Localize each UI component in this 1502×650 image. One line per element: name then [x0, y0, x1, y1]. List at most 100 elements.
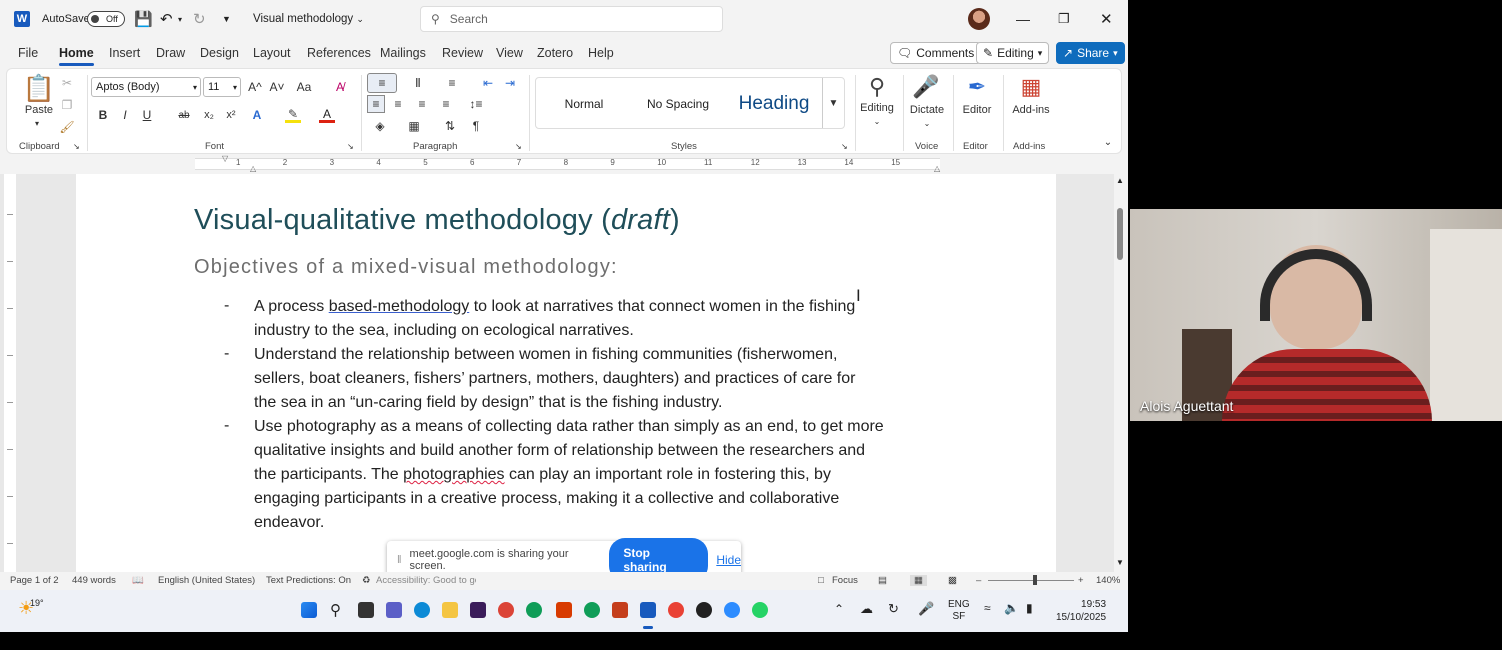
wifi-icon[interactable]: ≈	[984, 601, 991, 615]
zotero-icon[interactable]	[556, 602, 572, 618]
tab-insert[interactable]: Insert	[109, 46, 140, 60]
comments-button[interactable]: 🗨 Comments	[890, 42, 982, 64]
web-layout-icon[interactable]: ▩	[948, 575, 957, 586]
copy-icon[interactable]: ❐	[59, 97, 75, 113]
word-count[interactable]: 449 words	[72, 575, 116, 586]
bullet-paragraph[interactable]: Understand the relationship between wome…	[254, 343, 954, 415]
autosave-toggle[interactable]: Off	[87, 11, 125, 27]
undo-dropdown-icon[interactable]: ▾	[178, 0, 182, 38]
tab-zotero[interactable]: Zotero	[537, 46, 573, 60]
document-subtitle[interactable]: Objectives of a mixed-visual methodology…	[194, 256, 618, 279]
restore-icon[interactable]: ❐	[1058, 0, 1070, 38]
powerpoint-icon[interactable]	[612, 602, 628, 618]
increase-indent-icon[interactable]: ⇥	[501, 75, 519, 91]
numbering-icon[interactable]: Ⅱ	[407, 75, 429, 91]
tab-mailings[interactable]: Mailings	[380, 46, 426, 60]
read-mode-icon[interactable]: ▤	[878, 575, 887, 586]
vertical-scrollbar[interactable]: ▲ ▼	[1114, 174, 1128, 572]
volume-icon[interactable]: 🔈	[1004, 601, 1019, 615]
style-heading[interactable]: Heading	[728, 78, 820, 130]
tab-draw[interactable]: Draw	[156, 46, 185, 60]
paragraph-launcher-icon[interactable]: ↘	[515, 142, 522, 151]
weather-temp[interactable]: 19°	[30, 598, 44, 608]
change-case-icon[interactable]: Aa	[293, 79, 315, 95]
document-page[interactable]: Visual-qualitative methodology (draft) O…	[76, 174, 1056, 572]
tray-microphone-icon[interactable]: 🎤	[918, 601, 934, 617]
styles-launcher-icon[interactable]: ↘	[841, 142, 848, 151]
edge-icon[interactable]	[414, 602, 430, 618]
chrome-profile-3-icon[interactable]	[668, 602, 684, 618]
paste-dropdown-icon[interactable]: ▾	[29, 117, 45, 129]
dictate-label[interactable]: Dictate	[905, 103, 949, 117]
hide-banner-link[interactable]: Hide	[716, 553, 741, 567]
find-icon[interactable]: ⚲	[863, 73, 891, 101]
show-hidden-icons[interactable]: ⌃	[834, 602, 844, 616]
align-right-icon[interactable]: ≡	[413, 95, 431, 113]
sync-icon[interactable]: ↻	[888, 601, 899, 617]
subscript-icon[interactable]: x₂	[201, 107, 217, 123]
close-icon[interactable]: ✕	[1100, 0, 1113, 38]
microphone-icon[interactable]: 🎤	[912, 73, 939, 101]
search-box[interactable]: ⚲ Search	[420, 6, 723, 32]
zoom-level[interactable]: 140%	[1096, 575, 1120, 586]
font-color-icon[interactable]: A	[319, 107, 335, 123]
align-center-icon[interactable]: ≡	[389, 95, 407, 113]
left-indent-marker[interactable]: △	[250, 164, 256, 173]
tray-app-icon[interactable]: ☁	[860, 601, 873, 617]
align-left-icon[interactable]: ≡	[367, 95, 385, 113]
sort-icon[interactable]: ⇅	[441, 117, 459, 135]
text-predictions-status[interactable]: Text Predictions: On	[266, 575, 351, 586]
app-icon[interactable]	[470, 602, 486, 618]
document-name[interactable]: Visual methodology ⌄	[253, 0, 364, 38]
strikethrough-icon[interactable]: ab	[175, 107, 193, 123]
drag-handle-icon[interactable]: ‖	[397, 554, 402, 566]
tab-help[interactable]: Help	[588, 46, 614, 60]
bullet-paragraph[interactable]: A process based-methodology to look at n…	[254, 295, 954, 343]
zoom-out-icon[interactable]: –	[976, 575, 981, 586]
share-button[interactable]: ↗ Share ▾	[1056, 42, 1125, 64]
font-size-combo[interactable]: 11 ▾	[203, 77, 241, 97]
zoom-slider[interactable]	[988, 580, 1074, 581]
format-painter-icon[interactable]: 🖌	[59, 119, 75, 135]
highlight-icon[interactable]: ✎	[285, 107, 301, 123]
accessibility-icon[interactable]: ♻	[362, 575, 371, 586]
show-formatting-icon[interactable]: ¶	[467, 117, 485, 135]
minimize-icon[interactable]: —	[1016, 0, 1030, 38]
word-taskbar-icon[interactable]	[640, 602, 656, 618]
paste-label[interactable]: Paste	[19, 103, 59, 117]
scrollbar-thumb[interactable]	[1117, 208, 1123, 260]
zoom-app-icon[interactable]	[724, 602, 740, 618]
teams-icon[interactable]	[386, 602, 402, 618]
font-launcher-icon[interactable]: ↘	[347, 142, 354, 151]
undo-icon[interactable]: ↶	[160, 0, 173, 38]
focus-label[interactable]: Focus	[832, 575, 858, 586]
collapse-ribbon-icon[interactable]: ⌄	[1101, 135, 1115, 149]
bold-icon[interactable]: B	[95, 107, 111, 123]
tab-review[interactable]: Review	[442, 46, 483, 60]
whatsapp-icon[interactable]	[752, 602, 768, 618]
zoom-slider-thumb[interactable]	[1033, 575, 1037, 585]
chrome-icon[interactable]	[498, 602, 514, 618]
borders-icon[interactable]: ▦	[403, 117, 425, 135]
task-view-icon[interactable]	[358, 602, 374, 618]
multilevel-list-icon[interactable]: ≡	[441, 75, 463, 91]
language-status[interactable]: English (United States)	[158, 575, 255, 586]
customize-toolbar-icon[interactable]: ▼	[222, 0, 231, 38]
style-normal[interactable]: Normal	[542, 78, 626, 130]
clipboard-launcher-icon[interactable]: ↘	[73, 142, 80, 151]
shading-icon[interactable]: ◈	[369, 117, 391, 135]
cut-icon[interactable]: ✂	[59, 75, 75, 91]
editor-button-label[interactable]: Editor	[957, 103, 997, 117]
proofing-icon[interactable]: 📖	[132, 575, 144, 586]
shrink-font-icon[interactable]: A˅	[269, 79, 285, 95]
page-count[interactable]: Page 1 of 2	[10, 575, 59, 586]
italic-icon[interactable]: I	[117, 107, 133, 123]
start-icon[interactable]	[301, 602, 317, 618]
tab-design[interactable]: Design	[200, 46, 239, 60]
chevron-down-icon[interactable]: ⌄	[869, 115, 885, 127]
user-avatar[interactable]	[968, 8, 990, 30]
chrome-profile-2-icon[interactable]	[584, 602, 600, 618]
clear-formatting-icon[interactable]: A̸	[331, 79, 349, 95]
focus-icon[interactable]: □	[818, 575, 824, 586]
paste-icon[interactable]: 📋	[21, 73, 57, 103]
